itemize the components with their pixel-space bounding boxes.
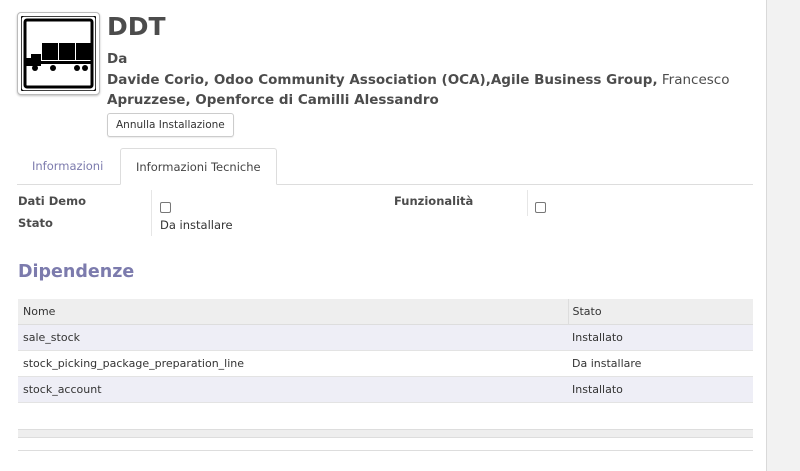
state-value: Da installare (160, 218, 233, 232)
dependency-name: sale_stock (18, 324, 568, 351)
table-row[interactable]: stock_account Installato (18, 376, 753, 403)
demo-data-label: Dati Demo (18, 194, 86, 208)
field-separator (151, 214, 152, 236)
dependency-state: Installato (568, 324, 753, 351)
module-authors: Davide Corio, Odoo Community Association… (107, 70, 747, 110)
module-icon (17, 12, 100, 95)
dependency-state: Da installare (568, 350, 753, 377)
field-separator (527, 190, 528, 216)
authors-line2: Apruzzese, Openforce di Camilli Alessand… (107, 92, 439, 108)
field-separator (151, 190, 152, 216)
dependency-name: stock_account (18, 376, 568, 403)
features-checkbox[interactable] (535, 202, 546, 213)
features-label: Funzionalità (394, 194, 474, 208)
table-header-row: Nome Stato (18, 299, 753, 325)
truck-icon (21, 16, 96, 91)
form-sheet: DDT Da Davide Corio, Odoo Community Asso… (0, 0, 766, 471)
dependencies-title: Dipendenze (18, 262, 135, 282)
authors-line1: Davide Corio, Odoo Community Association… (107, 72, 658, 88)
notebook-tabs: Informazioni Informazioni Tecniche (17, 148, 753, 185)
authors-line1-plain: Francesco (657, 72, 730, 88)
table-row[interactable]: sale_stock Installato (18, 324, 753, 351)
right-gutter (766, 0, 800, 471)
author-label: Da (107, 51, 128, 67)
dependency-state: Installato (568, 376, 753, 403)
demo-data-checkbox[interactable] (160, 202, 171, 213)
column-header-stato[interactable]: Stato (567, 299, 753, 325)
table-footer-bar (18, 429, 753, 438)
state-label: Stato (18, 216, 53, 230)
dependencies-table: Nome Stato sale_stock Installato stock_p… (18, 299, 753, 403)
dependency-name: stock_picking_package_preparation_line (18, 350, 568, 377)
module-title: DDT (107, 12, 166, 41)
column-header-nome[interactable]: Nome (18, 299, 568, 325)
tab-informazioni[interactable]: Informazioni (17, 148, 118, 184)
tab-informazioni-tecniche[interactable]: Informazioni Tecniche (120, 148, 277, 185)
sheet-bottom-divider (18, 450, 753, 451)
table-row[interactable]: stock_picking_package_preparation_line D… (18, 350, 753, 377)
uninstall-button[interactable]: Annulla Installazione (107, 113, 234, 137)
